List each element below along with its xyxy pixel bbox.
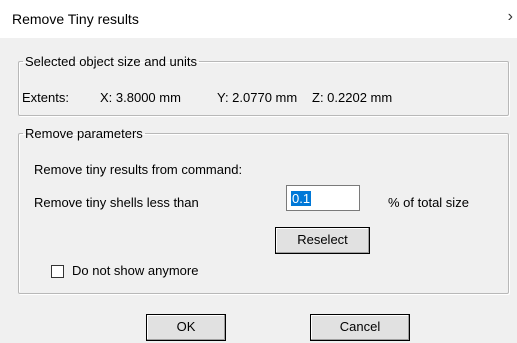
do-not-show-checkbox[interactable]: [51, 265, 64, 278]
shells-threshold-input[interactable]: 0.1: [286, 185, 360, 211]
extent-x-value: X: 3.8000 mm: [100, 90, 181, 105]
cancel-button[interactable]: Cancel: [310, 314, 410, 341]
from-command-label: Remove tiny results from command:: [34, 162, 243, 177]
params-group-legend: Remove parameters: [25, 126, 143, 141]
close-icon[interactable]: ›: [508, 8, 513, 26]
remove-tiny-dialog: Remove Tiny results › Selected object si…: [0, 0, 517, 343]
reselect-button[interactable]: Reselect: [275, 227, 370, 254]
selected-object-size-group: Selected object size and units: [18, 54, 509, 116]
extent-z-value: Z: 0.2202 mm: [312, 90, 393, 105]
extents-label: Extents:: [22, 90, 69, 105]
extent-y-value: Y: 2.0770 mm: [217, 90, 298, 105]
ok-button[interactable]: OK: [146, 314, 226, 341]
shells-threshold-value: 0.1: [291, 191, 312, 206]
window-title: Remove Tiny results: [12, 11, 139, 27]
size-group-legend: Selected object size and units: [25, 54, 197, 69]
shells-threshold-label: Remove tiny shells less than: [34, 195, 199, 210]
title-bar: Remove Tiny results ›: [0, 0, 517, 38]
do-not-show-label[interactable]: Do not show anymore: [72, 263, 198, 278]
percent-of-total-label: % of total size: [388, 195, 469, 210]
